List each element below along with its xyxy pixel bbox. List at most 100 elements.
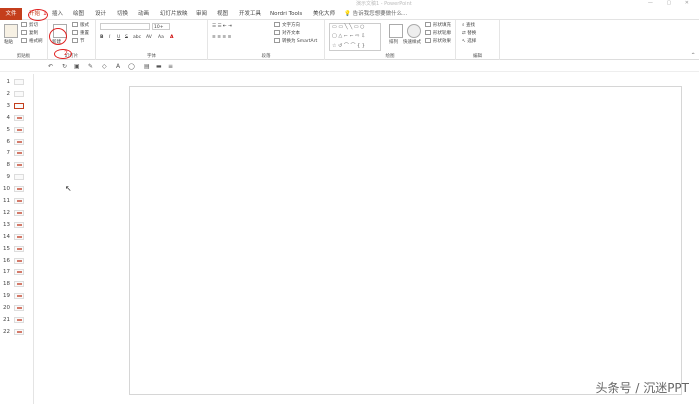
slide-number: 19 bbox=[3, 293, 10, 300]
slide-preview bbox=[14, 209, 24, 216]
tab-slideshow[interactable]: 幻灯片放映 bbox=[160, 9, 188, 19]
slide-thumbnail-14[interactable]: 14 bbox=[0, 232, 34, 243]
slide-thumbnail-4[interactable]: 4 bbox=[0, 113, 34, 124]
slide-thumbnail-15[interactable]: 15 bbox=[0, 244, 34, 255]
copy-button[interactable]: 复制 bbox=[21, 30, 38, 37]
slide-thumbnail-20[interactable]: 20 bbox=[0, 303, 34, 314]
slide-number: 21 bbox=[3, 317, 10, 323]
font-color-button[interactable]: A bbox=[170, 34, 173, 41]
paste-button[interactable]: 粘贴 bbox=[4, 39, 13, 46]
slide-thumbnail-19[interactable]: 19 bbox=[0, 291, 34, 302]
align-buttons[interactable]: ≡ ≡ ≡ ≡ bbox=[212, 34, 231, 41]
slide-thumbnail-22[interactable]: 22 bbox=[0, 327, 34, 338]
slide-number: 8 bbox=[6, 162, 11, 169]
slide-thumbnail-11[interactable]: 11 bbox=[0, 196, 34, 207]
align-text-button[interactable]: 对齐文本 bbox=[274, 30, 300, 37]
current-slide[interactable] bbox=[129, 86, 682, 395]
shadow-button[interactable]: abc bbox=[133, 34, 141, 41]
window-controls[interactable]: — ▢ ✕ bbox=[648, 0, 695, 6]
format-painter-button[interactable]: 格式刷 bbox=[21, 38, 43, 45]
shape-effects-button[interactable]: 形状效果 bbox=[425, 38, 451, 45]
shape-fill-button[interactable]: 形状填充 bbox=[425, 22, 451, 29]
shape-star-icon: ☆ ↺ ⌒ ⌒ { } bbox=[332, 43, 365, 49]
slide-thumbnail-18[interactable]: 18 bbox=[0, 279, 34, 290]
tab-file[interactable]: 文件 bbox=[0, 8, 22, 20]
bold-button[interactable]: B bbox=[100, 34, 103, 41]
slide-thumbnail-16[interactable]: 16 bbox=[0, 256, 34, 267]
scissors-icon bbox=[21, 22, 27, 27]
slide-thumbnail-1[interactable]: 1 bbox=[0, 77, 34, 88]
tab-animations[interactable]: 动画 bbox=[138, 9, 149, 19]
slide-thumbnail-10[interactable]: 10 bbox=[0, 184, 34, 195]
slide-thumbnail-9[interactable]: 9 bbox=[0, 172, 34, 183]
arrange-button[interactable]: 排列 bbox=[389, 39, 398, 46]
text-direction-button[interactable]: 文字方向 bbox=[274, 22, 300, 29]
redo-icon[interactable]: ↻ bbox=[62, 62, 67, 71]
shapes-gallery[interactable]: ▭ ▭ ╲ ╲ ▭ ○ ▢ △ ⌐ ⌐ ⇨ ⇩ ☆ ↺ ⌒ ⌒ { } bbox=[329, 23, 381, 51]
bullets-button[interactable]: ☰ ☰ ⇤ ⇥ bbox=[212, 23, 232, 30]
slide-thumbnail-21[interactable]: 21 bbox=[0, 315, 34, 326]
tab-design[interactable]: 设计 bbox=[95, 9, 106, 19]
underline-button[interactable]: U bbox=[117, 34, 120, 41]
tab-nordri-tools[interactable]: Nordri Tools bbox=[270, 9, 302, 19]
tell-me-search[interactable]: 💡 告诉我您想要做什么... bbox=[344, 9, 407, 19]
reset-button[interactable]: 重置 bbox=[72, 30, 89, 37]
tab-beautify[interactable]: 美化大师 bbox=[313, 9, 335, 19]
slide-thumbnail-6[interactable]: 6 bbox=[0, 137, 34, 148]
paint-icon[interactable]: ✎ bbox=[88, 62, 93, 71]
slide-number: 6 bbox=[6, 138, 11, 145]
collapse-ribbon-icon[interactable]: ^ bbox=[691, 52, 695, 59]
slide-number: 4 bbox=[6, 114, 11, 121]
slide-thumbnail-8[interactable]: 8 bbox=[0, 160, 34, 171]
slide-number: 16 bbox=[3, 257, 10, 264]
cut-button[interactable]: 剪切 bbox=[21, 22, 38, 29]
tab-transitions[interactable]: 切换 bbox=[117, 9, 128, 19]
slide-thumbnail-7[interactable]: 7 bbox=[0, 148, 34, 159]
copy-icon bbox=[21, 30, 27, 35]
shapes-icon[interactable]: ◯ bbox=[128, 62, 135, 71]
undo-icon[interactable]: ↶ bbox=[48, 62, 53, 71]
slide-content-mark bbox=[17, 259, 22, 262]
save-icon[interactable]: ▤ bbox=[144, 62, 150, 71]
change-case-button[interactable]: Aa bbox=[158, 34, 164, 41]
slide-preview bbox=[14, 162, 24, 169]
start-from-beginning-icon[interactable]: ▣ bbox=[74, 62, 80, 71]
customize-qat-icon[interactable]: ≡ bbox=[168, 62, 173, 71]
font-size-box[interactable]: 10+ bbox=[152, 23, 170, 30]
find-button[interactable]: ⌕ 查找 bbox=[462, 22, 475, 29]
slide-content-mark bbox=[17, 307, 22, 310]
font-name-box[interactable] bbox=[100, 23, 150, 30]
tab-review[interactable]: 审阅 bbox=[196, 9, 207, 19]
section-button[interactable]: 节 bbox=[72, 38, 85, 45]
strikethrough-button[interactable]: S bbox=[125, 34, 128, 41]
slide-thumbnail-13[interactable]: 13 bbox=[0, 220, 34, 231]
slide-number: 7 bbox=[6, 150, 11, 157]
shape-outline-button[interactable]: 形状轮廓 bbox=[425, 30, 451, 37]
select-button[interactable]: ↖ 选择 bbox=[462, 38, 476, 45]
tab-view[interactable]: 视图 bbox=[217, 9, 228, 19]
slide-thumbnail-17[interactable]: 17 bbox=[0, 267, 34, 278]
draw-icon[interactable]: ◇ bbox=[102, 62, 107, 71]
slide-thumbnail-12[interactable]: 12 bbox=[0, 208, 34, 219]
slide-thumbnail-2[interactable]: 2 bbox=[0, 89, 34, 100]
open-icon[interactable]: ▬ bbox=[156, 62, 162, 71]
outline-icon bbox=[425, 30, 431, 35]
slide-thumbnail-5[interactable]: 5 bbox=[0, 125, 34, 136]
slide-content-mark bbox=[17, 235, 22, 238]
smartart-button[interactable]: 转换为 SmartArt bbox=[274, 38, 317, 45]
layout-button[interactable]: 版式 bbox=[72, 22, 89, 29]
font-color-icon[interactable]: A bbox=[116, 62, 120, 71]
tab-insert[interactable]: 插入 bbox=[52, 9, 63, 19]
slide-thumbnail-3[interactable]: 3 bbox=[0, 101, 34, 112]
italic-button[interactable]: I bbox=[109, 34, 110, 41]
char-spacing-button[interactable]: AV bbox=[146, 34, 152, 41]
tab-developer[interactable]: 开发工具 bbox=[239, 9, 261, 19]
group-drawing: ▭ ▭ ╲ ╲ ▭ ○ ▢ △ ⌐ ⌐ ⇨ ⇩ ☆ ↺ ⌒ ⌒ { } 排列 快… bbox=[325, 20, 456, 60]
replace-button[interactable]: ⇄ 替换 bbox=[462, 30, 476, 37]
slide-content-mark bbox=[17, 211, 22, 214]
slide-preview bbox=[14, 233, 24, 240]
quick-styles-button[interactable]: 快速样式 bbox=[403, 39, 421, 46]
group-font: 10+ B I U S abc AV Aa A 字体 bbox=[96, 20, 208, 60]
tab-draw[interactable]: 绘图 bbox=[73, 9, 84, 19]
slide-content-mark bbox=[17, 295, 22, 298]
